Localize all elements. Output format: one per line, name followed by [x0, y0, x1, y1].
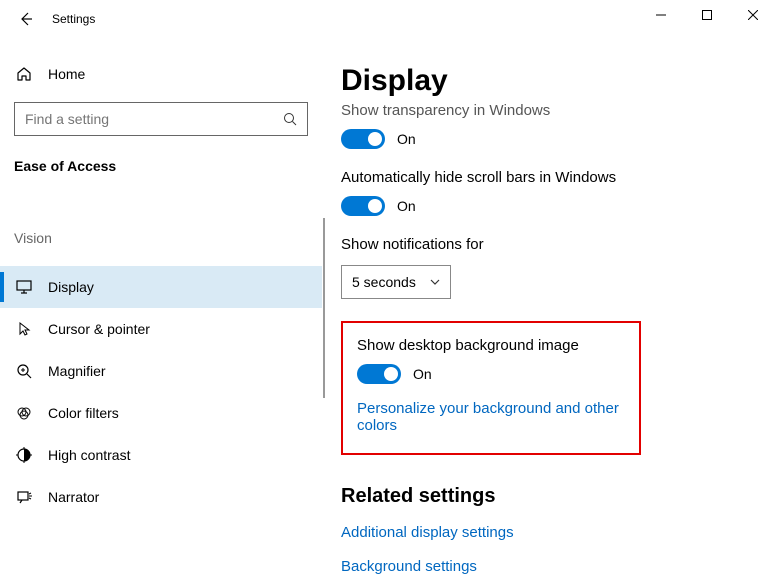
scrollbars-label: Automatically hide scroll bars in Window… — [341, 169, 758, 186]
cursor-icon — [14, 321, 34, 337]
scrollbars-state: On — [397, 198, 416, 214]
nav-narrator[interactable]: Narrator — [0, 476, 322, 518]
nav-label: Display — [48, 279, 94, 295]
close-button[interactable] — [730, 0, 776, 30]
related-title: Related settings — [341, 485, 758, 508]
page-title: Display — [341, 64, 758, 98]
nav-magnifier[interactable]: Magnifier — [0, 350, 322, 392]
nav-label: Color filters — [48, 405, 119, 421]
home-label: Home — [48, 66, 85, 82]
notifications-select[interactable]: 5 seconds — [341, 265, 451, 299]
personalize-link[interactable]: Personalize your background and other co… — [357, 400, 625, 434]
desktop-bg-toggle[interactable] — [357, 364, 401, 384]
highlight-box: Show desktop background image On Persona… — [341, 321, 641, 455]
group-title: Vision — [14, 230, 308, 246]
additional-display-link[interactable]: Additional display settings — [341, 524, 514, 541]
scrollbars-toggle[interactable] — [341, 196, 385, 216]
transparency-label: Show transparency in Windows — [341, 102, 758, 119]
display-icon — [14, 280, 34, 294]
scrollbar[interactable] — [323, 218, 325, 398]
nav-cursor-pointer[interactable]: Cursor & pointer — [0, 308, 322, 350]
search-icon — [283, 112, 297, 126]
window-controls — [638, 0, 776, 30]
chevron-down-icon — [430, 279, 440, 285]
sidebar: Home Ease of Access Vision Display Curso… — [0, 38, 322, 566]
nav-label: High contrast — [48, 447, 130, 463]
high-contrast-icon — [14, 447, 34, 463]
home-icon — [14, 66, 34, 82]
color-filters-icon — [14, 405, 34, 421]
search-box[interactable] — [14, 102, 308, 136]
nav-display[interactable]: Display — [0, 266, 322, 308]
maximize-button[interactable] — [684, 0, 730, 30]
transparency-state: On — [397, 131, 416, 147]
back-button[interactable] — [14, 7, 38, 31]
nav-high-contrast[interactable]: High contrast — [0, 434, 322, 476]
notifications-label: Show notifications for — [341, 236, 758, 253]
nav-color-filters[interactable]: Color filters — [0, 392, 322, 434]
nav-label: Magnifier — [48, 363, 106, 379]
nav-label: Cursor & pointer — [48, 321, 150, 337]
section-title: Ease of Access — [14, 158, 308, 174]
desktop-bg-state: On — [413, 366, 432, 382]
home-nav[interactable]: Home — [14, 56, 308, 92]
window-title: Settings — [52, 12, 95, 26]
minimize-button[interactable] — [638, 0, 684, 30]
nav-list: Display Cursor & pointer Magnifier Color… — [0, 266, 322, 518]
desktop-bg-label: Show desktop background image — [357, 337, 625, 354]
background-settings-link[interactable]: Background settings — [341, 558, 477, 575]
transparency-toggle[interactable] — [341, 129, 385, 149]
search-input[interactable] — [25, 111, 283, 127]
notifications-value: 5 seconds — [352, 274, 416, 290]
content-pane: Display Show transparency in Windows On … — [322, 38, 776, 566]
narrator-icon — [14, 489, 34, 505]
nav-label: Narrator — [48, 489, 99, 505]
magnifier-icon — [14, 363, 34, 379]
